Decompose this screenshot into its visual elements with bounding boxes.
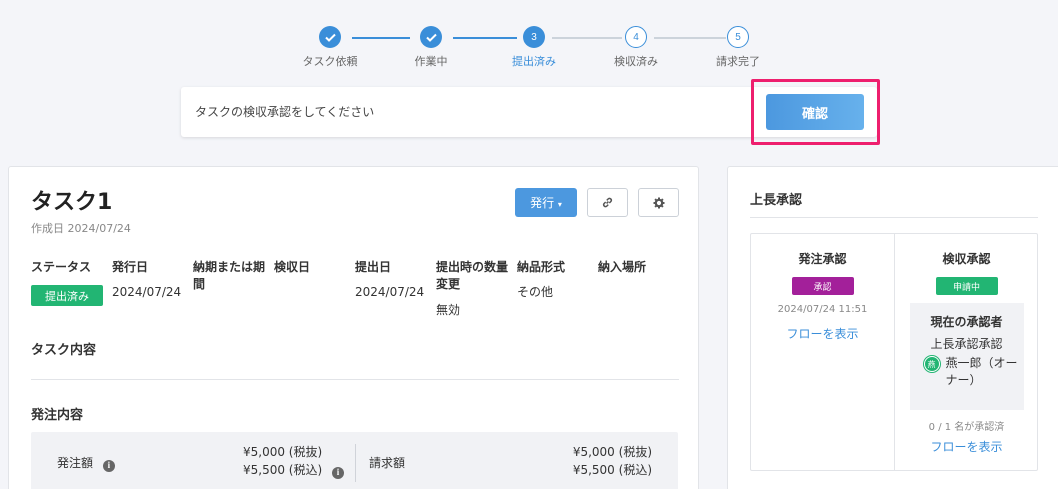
issue-button-label: 発行	[530, 196, 555, 210]
status-badge: 提出済み	[31, 285, 103, 306]
pending-badge: 申請中	[935, 277, 998, 295]
task-content-heading: タスク内容	[31, 343, 97, 358]
step-number: 4	[625, 26, 647, 48]
invoice-label: 請求額	[369, 456, 406, 470]
page-title: タスク1	[31, 190, 113, 215]
approver-user: 燕 燕一郎（オーナー）	[910, 355, 1024, 389]
quantity-change-heading: 提出時の数量変更	[436, 260, 509, 291]
step-label: 請求完了	[716, 55, 760, 68]
info-icon[interactable]: i	[102, 459, 115, 472]
link-button[interactable]	[587, 188, 628, 217]
delivery-place-heading: 納入場所	[598, 260, 647, 274]
approved-badge: 承認	[791, 277, 854, 295]
issue-date-value: 2024/07/24	[112, 285, 182, 299]
deadline-heading: 納期または期間	[193, 260, 266, 291]
check-icon	[319, 26, 341, 48]
order-approval-heading: 発注承認	[798, 252, 847, 266]
approver-role: 上長承認承認	[930, 337, 1003, 351]
confirm-button[interactable]: 確認	[766, 94, 864, 130]
caret-down-icon: ▾	[557, 200, 562, 209]
step-4: 4 検収済み	[591, 26, 681, 69]
delivery-format-value: その他	[517, 285, 554, 299]
step-label: 作業中	[414, 55, 448, 68]
step-number: 5	[727, 26, 749, 48]
order-content-heading: 発注内容	[31, 408, 84, 423]
manager-approval-card: 上長承認 発注承認 承認 2024/07/24 11:51 フローを表示 検収承…	[727, 166, 1058, 489]
approval-count: 0 / 1 名が承認済	[928, 422, 1005, 433]
avatar: 燕	[923, 356, 940, 372]
order-amount-label-row: 発注額 i	[57, 455, 115, 472]
submit-date-heading: 提出日	[355, 260, 392, 274]
divider	[750, 217, 1038, 218]
inspection-date-heading: 検収日	[274, 260, 311, 274]
show-flow-link[interactable]: フローを表示	[751, 325, 894, 342]
check-icon	[420, 26, 442, 48]
approval-status-box: 発注承認 承認 2024/07/24 11:51 フローを表示 検収承認 申請中…	[750, 233, 1038, 471]
invoice-ex-tax: ¥5,000 (税抜)	[572, 445, 652, 459]
divider	[355, 444, 356, 482]
order-summary: 発注額 i ¥5,000 (税抜) ¥5,500 (税込) i 請求額 ¥5,0…	[31, 432, 678, 489]
approval-time: 2024/07/24 11:51	[777, 304, 868, 315]
approval-title: 上長承認	[750, 193, 803, 208]
show-flow-link[interactable]: フローを表示	[895, 438, 1038, 455]
order-amount-label: 発注額	[57, 456, 94, 470]
issue-date-heading: 発行日	[112, 260, 149, 274]
step-3: 3 提出済み	[489, 26, 579, 69]
step-5: 5 請求完了	[693, 26, 783, 69]
step-2: 作業中	[386, 26, 476, 69]
issue-dropdown-button[interactable]: 発行 ▾	[515, 188, 577, 217]
gear-icon	[653, 197, 664, 208]
inspection-approval-column: 検収承認 申請中 現在の承認者 上長承認承認 燕 燕一郎（オーナー） 0 / 1…	[895, 234, 1038, 470]
current-approver-heading: 現在の承認者	[930, 315, 1003, 329]
progress-stepper: タスク依頼 作業中 3 提出済み 4 検収済み 5 請求完了	[290, 26, 770, 76]
step-1: タスク依頼	[285, 26, 375, 69]
created-date: 作成日 2024/07/24	[31, 222, 131, 235]
settings-button[interactable]	[638, 188, 679, 217]
order-in-tax-row: ¥5,500 (税込) i	[243, 462, 344, 479]
link-icon	[602, 197, 613, 208]
banner-message: タスクの検収承認をしてください	[195, 105, 375, 119]
order-in-tax: ¥5,500 (税込)	[243, 463, 323, 477]
info-icon[interactable]: i	[332, 466, 344, 479]
order-approval-column: 発注承認 承認 2024/07/24 11:51 フローを表示	[751, 234, 894, 470]
submit-date-value: 2024/07/24	[355, 285, 425, 299]
delivery-format-heading: 納品形式	[517, 260, 566, 274]
approver-name: 燕一郎（オーナー）	[945, 356, 1018, 387]
status-heading: ステータス	[31, 260, 92, 274]
quantity-change-value: 無効	[436, 303, 461, 317]
task-detail-card: タスク1 作成日 2024/07/24 発行 ▾ ステータス 提出済み 発行日 …	[8, 166, 699, 489]
step-label: タスク依頼	[302, 55, 358, 68]
invoice-in-tax: ¥5,500 (税込)	[572, 463, 652, 477]
current-approver-box: 現在の承認者 上長承認承認 燕 燕一郎（オーナー）	[909, 303, 1024, 410]
step-label: 提出済み	[512, 55, 556, 68]
order-ex-tax: ¥5,000 (税抜)	[243, 445, 323, 459]
inspection-approval-heading: 検収承認	[942, 252, 991, 266]
step-number: 3	[523, 26, 545, 48]
step-label: 検収済み	[614, 55, 658, 68]
divider	[31, 379, 679, 380]
